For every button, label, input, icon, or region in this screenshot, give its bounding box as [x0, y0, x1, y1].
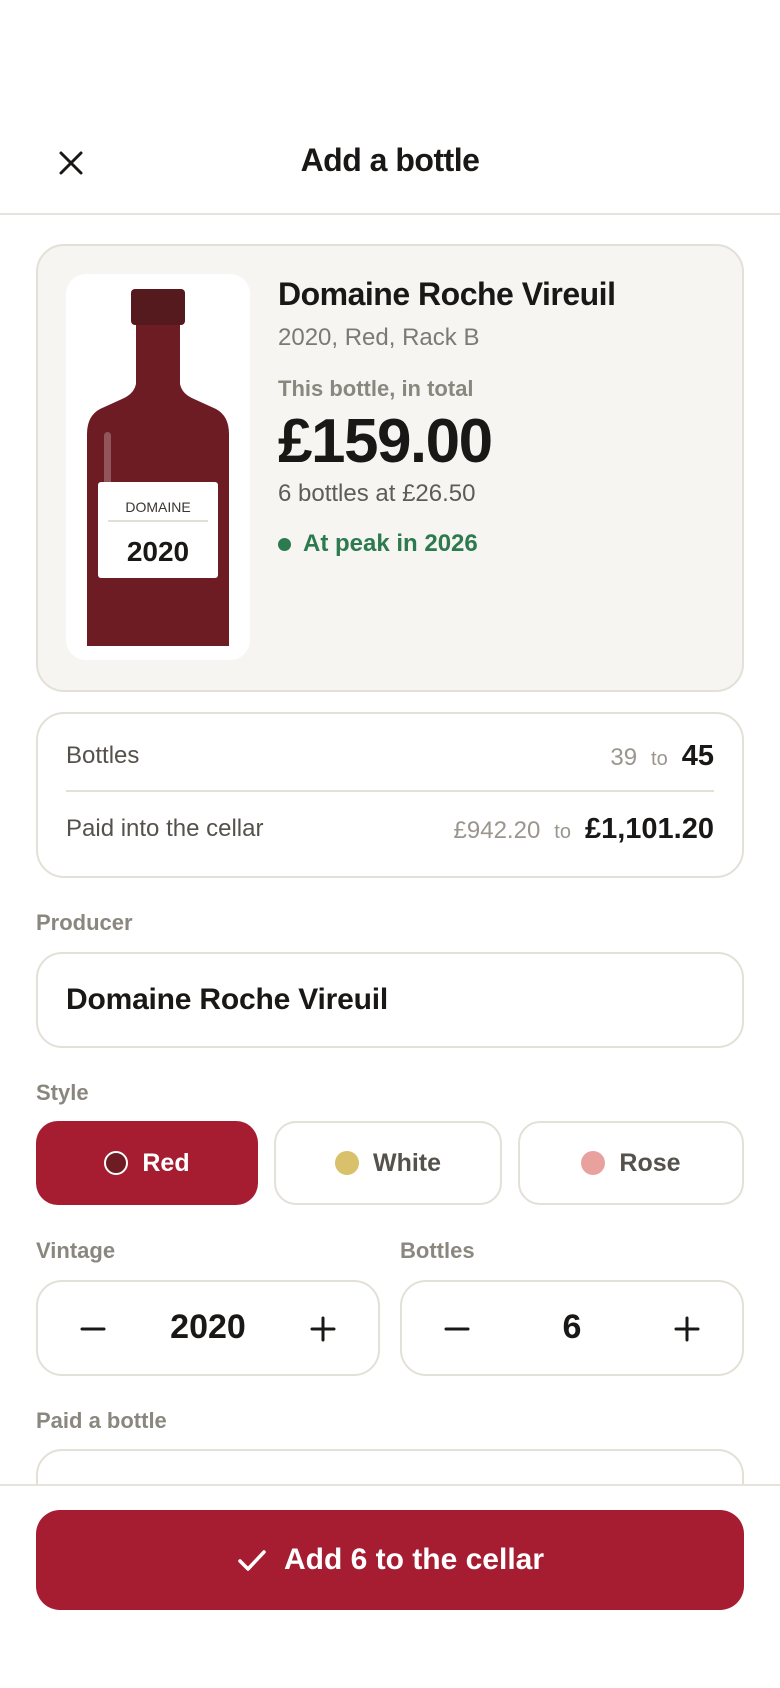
bottles-from: 39 — [610, 743, 638, 771]
total-value: £159.00 — [278, 407, 493, 476]
bottles-change-row: Bottles 39 to 45 — [66, 722, 714, 792]
style-option-rose[interactable]: Rose — [518, 1121, 744, 1205]
checkmark-icon — [238, 1550, 266, 1571]
paid-change-row: Paid into the cellar £942.20 to £1,101.2… — [66, 794, 714, 864]
style-option-label: Red — [142, 1148, 190, 1177]
cellar-change-card: Bottles 39 to 45 Paid into the cellar £9… — [36, 712, 744, 878]
vintage-increment-button[interactable] — [298, 1304, 348, 1354]
red-swatch-icon — [104, 1151, 129, 1175]
producer-input[interactable]: Domaine Roche Vireuil — [36, 952, 744, 1048]
wine-name: Domaine Roche Vireuil — [278, 276, 616, 312]
label-year-text: 2020 — [127, 536, 189, 567]
per-bottle-price: 6 bottles at £26.50 — [278, 480, 476, 507]
style-option-label: White — [372, 1148, 442, 1177]
page-title: Add a bottle — [300, 142, 480, 178]
white-swatch-icon — [334, 1151, 359, 1175]
peak-status: At peak in 2026 — [278, 530, 478, 558]
bottles-change-label: Bottles — [66, 742, 140, 769]
paid-label: Paid a bottle — [36, 1408, 167, 1433]
add-to-cellar-button[interactable]: Add 6 to the cellar — [36, 1510, 744, 1610]
plus-icon — [310, 1316, 336, 1342]
bottles-field-label: Bottles — [400, 1238, 475, 1263]
paid-to: £1,101.20 — [584, 812, 714, 845]
wine-meta: 2020, Red, Rack B — [278, 324, 480, 351]
vintage-label: Vintage — [36, 1238, 116, 1263]
footer-bar: Add 6 to the cellar — [0, 1484, 780, 1688]
bottles-increment-button[interactable] — [662, 1304, 712, 1354]
plus-icon — [674, 1316, 700, 1342]
producer-label: Producer — [36, 910, 133, 935]
bottles-to-word: to — [651, 747, 668, 770]
add-to-cellar-label: Add 6 to the cellar — [283, 1543, 545, 1576]
bottle-illustration: DOMAINE 2020 — [66, 274, 250, 660]
paid-to-word: to — [554, 820, 571, 843]
style-option-white[interactable]: White — [274, 1121, 502, 1205]
paid-from: £942.20 — [453, 816, 541, 844]
status-dot-icon — [278, 537, 291, 551]
style-option-label: Rose — [619, 1148, 681, 1177]
vintage-stepper: 2020 — [36, 1280, 380, 1376]
style-option-red[interactable]: Red — [36, 1121, 258, 1205]
label-producer-text: DOMAINE — [125, 499, 190, 515]
rose-swatch-icon — [581, 1151, 606, 1175]
total-label: This bottle, in total — [278, 376, 474, 401]
top-bar: Add a bottle — [0, 110, 780, 215]
paid-change-label: Paid into the cellar — [66, 815, 264, 842]
peak-text: At peak in 2026 — [303, 530, 478, 557]
bottles-to: 45 — [681, 739, 714, 772]
wine-summary-card: DOMAINE 2020 Domaine Roche Vireuil 2020,… — [36, 244, 744, 692]
bottles-stepper: 6 — [400, 1280, 744, 1376]
style-label: Style — [36, 1080, 89, 1105]
